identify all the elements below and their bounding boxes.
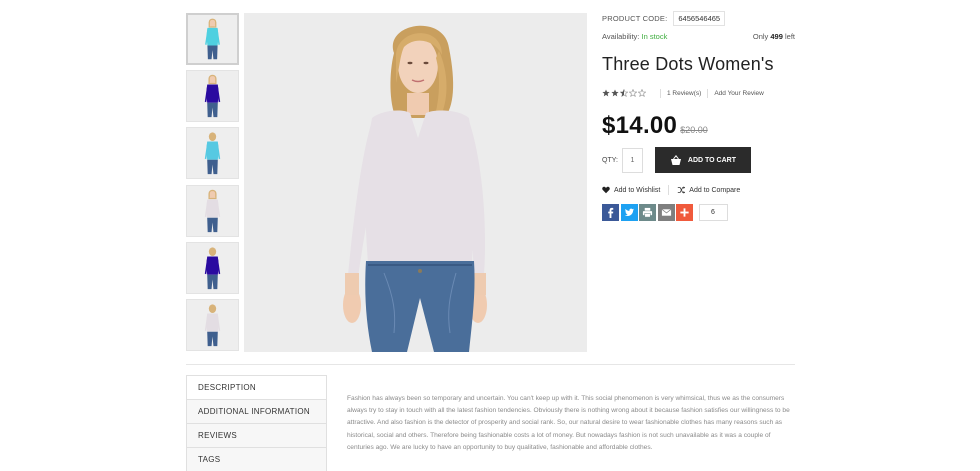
rating-separator — [660, 88, 661, 98]
star-half-icon[interactable] — [620, 89, 628, 97]
old-price: $20.00 — [680, 125, 708, 135]
more-share-button[interactable] — [676, 204, 693, 221]
section-divider — [186, 364, 795, 365]
thumbnail-photo — [187, 242, 238, 293]
twitter-share-button[interactable] — [620, 204, 638, 221]
cart-row: QTY: ADD TO CART — [602, 147, 795, 173]
thumbnail-2[interactable] — [186, 70, 239, 123]
thumbnail-1[interactable] — [186, 13, 239, 65]
main-product-image[interactable] — [244, 13, 587, 352]
tab-tags[interactable]: TAGS — [187, 448, 326, 471]
thumbnail-4[interactable] — [186, 184, 239, 237]
thumbnail-photo — [187, 71, 238, 122]
print-share-button[interactable] — [639, 204, 656, 221]
star-empty-icon[interactable] — [629, 89, 637, 97]
star-full-icon[interactable] — [611, 89, 619, 97]
thumbnail-list — [186, 13, 239, 356]
product-info: PRODUCT CODE: 6456546465 Availability: I… — [602, 10, 795, 221]
heart-icon — [602, 186, 610, 194]
compare-label: Add to Compare — [689, 186, 741, 194]
tab-additional-information[interactable]: ADDITIONAL INFORMATION — [187, 400, 326, 424]
product-code-value: 6456546465 — [673, 10, 726, 26]
stock-suffix: left — [784, 32, 795, 41]
rating-stars — [602, 89, 646, 97]
add-to-cart-button[interactable]: ADD TO CART — [654, 147, 751, 173]
thumbnail-photo — [187, 128, 238, 179]
share-row: 6 — [602, 204, 795, 221]
twitter-icon — [624, 208, 634, 216]
availability-label: Availability: — [602, 32, 640, 41]
thumbnail-photo — [188, 15, 237, 63]
print-icon — [642, 207, 653, 218]
model-photo — [244, 13, 587, 352]
wishlist-compare-row: Add to Wishlist Add to Compare — [602, 185, 795, 195]
stock-count-text: Only 499 left — [753, 32, 795, 41]
rating-row: 1 Review(s) Add Your Review — [602, 88, 795, 98]
star-full-icon[interactable] — [602, 89, 610, 97]
basket-icon — [670, 154, 681, 165]
product-code-row: PRODUCT CODE: 6456546465 — [602, 10, 795, 26]
thumbnail-6[interactable] — [186, 298, 239, 351]
thumbnail-3[interactable] — [186, 127, 239, 180]
add-to-cart-label: ADD TO CART — [687, 156, 736, 164]
star-empty-icon[interactable] — [638, 89, 646, 97]
email-share-button[interactable] — [657, 204, 675, 221]
shuffle-icon — [678, 186, 686, 194]
stock-status: In stock — [641, 32, 668, 41]
product-tabs: DESCRIPTION ADDITIONAL INFORMATION REVIE… — [186, 375, 327, 471]
price: $14.00 — [602, 112, 678, 139]
wishlist-label: Add to Wishlist — [614, 186, 661, 194]
envelope-icon — [661, 209, 671, 216]
thumbnail-photo — [187, 185, 238, 236]
quantity-input[interactable] — [621, 147, 643, 173]
stock-only-prefix: Only — [752, 32, 769, 41]
add-to-compare-link[interactable]: Add to Compare — [677, 186, 740, 194]
price-row: $14.00 $20.00 — [602, 112, 795, 140]
facebook-icon — [608, 207, 614, 218]
tab-reviews[interactable]: REVIEWS — [187, 424, 326, 448]
wishlist-separator — [668, 185, 670, 195]
stock-count: 499 — [770, 32, 783, 41]
rating-separator — [707, 88, 709, 98]
add-review-link[interactable]: Add Your Review — [714, 90, 764, 97]
share-count: 6 — [698, 204, 728, 221]
availability-row: Availability: In stock Only 499 left — [602, 32, 795, 41]
thumbnail-5[interactable] — [186, 241, 239, 294]
plus-icon — [680, 208, 689, 217]
availability: Availability: In stock — [602, 32, 667, 41]
add-to-wishlist-link[interactable]: Add to Wishlist — [602, 186, 660, 194]
facebook-share-button[interactable] — [602, 204, 619, 221]
qty-label: QTY: — [602, 156, 618, 164]
tab-description[interactable]: DESCRIPTION — [187, 376, 326, 400]
reviews-link[interactable]: 1 Review(s) — [667, 90, 701, 97]
product-title: Three Dots Women's — [602, 54, 774, 74]
product-code-label: PRODUCT CODE: — [602, 13, 668, 23]
thumbnail-photo — [187, 299, 238, 350]
product-description: Fashion has always been so temporary and… — [347, 395, 790, 451]
